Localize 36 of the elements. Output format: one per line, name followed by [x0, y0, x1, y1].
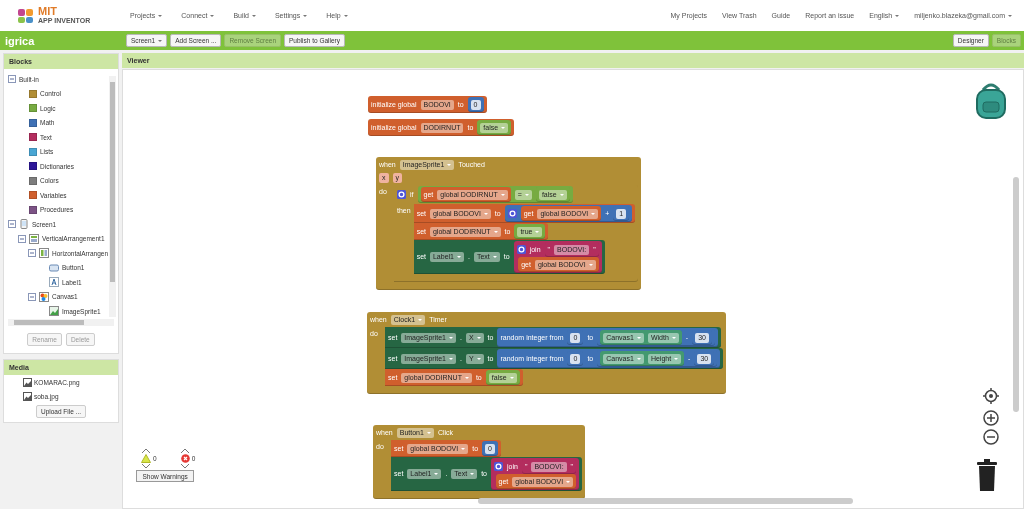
error-icon: [180, 454, 190, 463]
zoom-in-icon[interactable]: [983, 410, 999, 426]
logo-icon: [17, 7, 35, 24]
backpack-icon[interactable]: [973, 82, 1009, 120]
collapse-icon[interactable]: [18, 234, 26, 243]
scrollbar[interactable]: [8, 319, 114, 326]
label-icon: [49, 277, 59, 288]
collapse-icon[interactable]: [28, 249, 36, 258]
scrollbar[interactable]: [109, 76, 116, 317]
chevron-down-icon[interactable]: [140, 463, 151, 469]
chevron-up-icon[interactable]: [179, 448, 190, 454]
image-icon: [49, 306, 59, 317]
chevron-down-icon[interactable]: [179, 463, 190, 469]
project-title: igrica: [5, 34, 36, 47]
layout-icon: [29, 233, 39, 244]
gear-icon[interactable]: [516, 245, 526, 254]
image-icon: [23, 378, 32, 387]
collapse-icon[interactable]: [8, 75, 16, 84]
button-icon: [49, 262, 59, 273]
gear-icon[interactable]: [494, 462, 503, 471]
collapse-icon[interactable]: [8, 220, 16, 229]
chevron-up-icon[interactable]: [140, 448, 151, 454]
trash-icon[interactable]: [976, 459, 998, 491]
image-icon: [23, 392, 32, 401]
zoom-out-icon[interactable]: [983, 429, 999, 445]
layout-icon: [39, 248, 49, 259]
scrollbar[interactable]: [1013, 177, 1019, 412]
scrollbar[interactable]: [478, 498, 853, 504]
palette-icon: [39, 291, 49, 302]
gear-icon[interactable]: [397, 190, 406, 199]
gear-icon[interactable]: [507, 209, 517, 218]
logo-title: MIT: [38, 6, 58, 17]
phone-icon: [19, 219, 29, 230]
warning-icon: [141, 454, 151, 463]
collapse-icon[interactable]: [28, 292, 36, 301]
recenter-icon[interactable]: [983, 388, 999, 404]
